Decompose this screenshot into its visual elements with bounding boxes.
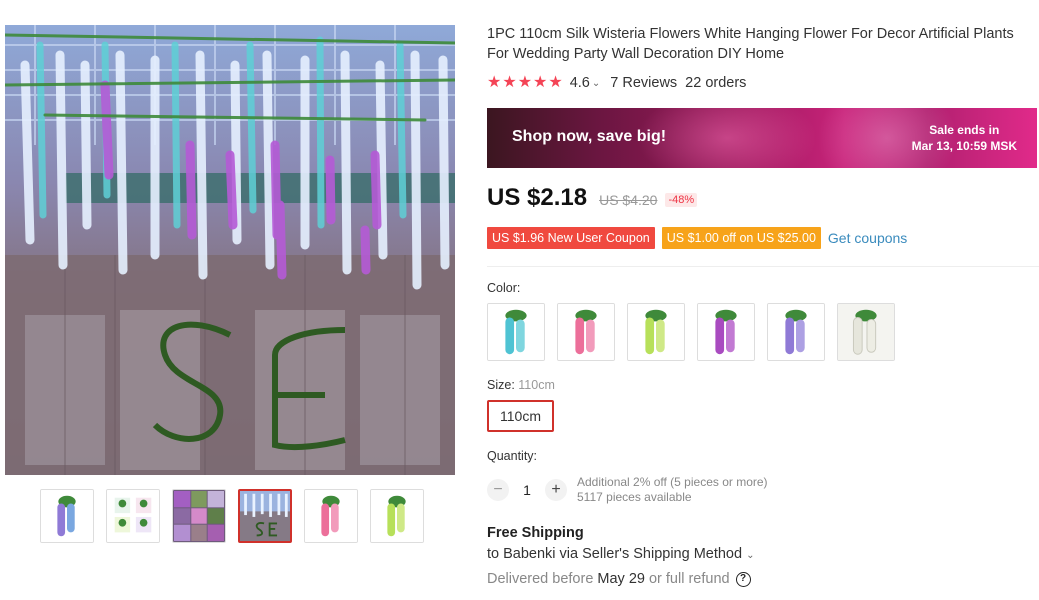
divider [487,266,1039,267]
discount-badge: -48% [665,193,698,207]
thumbnail-strip [40,489,424,543]
white-wisteria-icon [838,304,894,360]
sale-ends-date: Mar 13, 10:59 MSK [911,139,1017,153]
reviews-link[interactable]: 7 Reviews [610,75,677,91]
shipping-method[interactable]: to Babenki via Seller's Shipping Method ⌄ [487,546,754,562]
quantity-input[interactable]: 1 [509,482,545,498]
green-wisteria-icon [371,490,423,542]
star-icon: ★ [487,74,502,91]
store-coupon[interactable]: US $1.00 off on US $25.00 [661,227,821,249]
thumbnail-4-active[interactable] [238,489,292,543]
color-option-pink[interactable] [557,303,615,361]
color-option-lavender[interactable] [767,303,825,361]
increase-quantity-button[interactable]: + [545,479,567,501]
promo-banner[interactable]: Shop now, save big! Sale ends in Mar 13,… [487,108,1037,168]
star-icon: ★ [533,74,548,91]
star-icon: ★ [517,74,533,91]
original-price: US $4.20 [599,192,658,208]
shipping-method-text: to Babenki via Seller's Shipping Method [487,546,743,562]
sale-ends-label: Sale ends in [929,123,1000,137]
lavender-wisteria-icon [768,304,824,360]
thumbnail-6[interactable] [370,489,424,543]
quantity-info: Additional 2% off (5 pieces or more) 511… [577,475,768,505]
chevron-down-icon[interactable]: ⌄ [592,78,600,89]
quantity-stepper: − 1 + Additional 2% off (5 pieces or mor… [487,475,768,505]
pink-wisteria-icon [558,304,614,360]
new-user-coupon[interactable]: US $1.96 New User Coupon [487,227,655,249]
delivery-estimate: Delivered before May 29 or full refund ? [487,571,751,587]
size-label-row: Size: 110cm [487,378,555,392]
size-label: Size: [487,378,515,392]
product-title: 1PC 110cm Silk Wisteria Flowers White Ha… [487,26,1014,62]
help-icon[interactable]: ? [735,571,751,587]
pink-wisteria-icon [305,490,357,542]
color-option-green[interactable] [627,303,685,361]
price-row: US $2.18 US $4.20 -48% [487,184,698,212]
blue-wisteria-icon [488,304,544,360]
quantity-label: Quantity: [487,449,538,463]
four-color-wisteria-icon [107,490,159,542]
bulk-discount-note: Additional 2% off (5 pieces or more) [577,475,768,489]
purple-wisteria-collage-icon [173,490,225,542]
purple-wisteria-icon [698,304,754,360]
orders-count: 22 orders [685,75,747,91]
delivered-suffix: or full refund [648,571,730,587]
wisteria-photo-icon [5,25,455,475]
thumbnail-2[interactable] [106,489,160,543]
color-label: Color: [487,281,521,295]
star-icon: ★ [502,74,517,91]
star-icon: ★ [548,74,563,91]
delivered-prefix: Delivered before [487,571,594,587]
main-product-image[interactable] [5,25,455,475]
decrease-quantity-button[interactable]: − [487,479,509,501]
star-rating: ★ ★ ★ ★ ★ [487,74,563,92]
blue-purple-wisteria-icon [41,490,93,542]
color-swatches [487,303,895,361]
thumbnail-5[interactable] [304,489,358,543]
thumbnail-1[interactable] [40,489,94,543]
color-option-blue[interactable] [487,303,545,361]
stock-available: 5117 pieces available [577,490,692,504]
shipping-title: Free Shipping [487,525,584,541]
chevron-down-icon: ⌄ [746,550,755,561]
rating-value[interactable]: 4.6 [570,75,590,91]
green-wisteria-icon [628,304,684,360]
get-coupons-link[interactable]: Get coupons [828,230,907,246]
coupon-row: US $1.96 New User Coupon US $1.00 off on… [487,227,907,249]
sale-countdown: Sale ends in Mar 13, 10:59 MSK [912,122,1017,154]
thumbnail-3[interactable] [172,489,226,543]
wisteria-wall-photo-icon [240,491,290,541]
delivered-date: May 29 [597,571,645,587]
current-price: US $2.18 [487,184,588,211]
color-option-purple[interactable] [697,303,755,361]
color-option-white[interactable] [837,303,895,361]
size-option-110cm[interactable]: 110cm [487,400,554,432]
banner-headline: Shop now, save big! [512,128,667,145]
size-selected-value: 110cm [518,378,555,392]
rating-row: ★ ★ ★ ★ ★ 4.6 ⌄ 7 Reviews 22 orders [487,74,746,92]
